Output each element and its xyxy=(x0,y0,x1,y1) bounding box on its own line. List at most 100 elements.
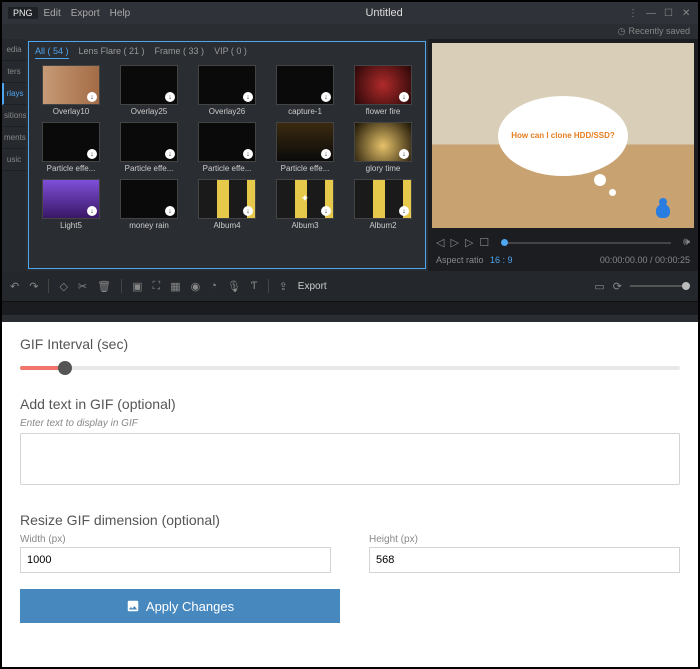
aspect-label: Aspect ratio xyxy=(436,255,484,265)
grid-icon[interactable]: ▦ xyxy=(170,280,180,293)
thumb-overlay26[interactable]: ↓ Overlay26 xyxy=(191,65,263,116)
side-nav: ediatersrlayssitionsmentsusic xyxy=(2,39,26,271)
crop-icon[interactable]: ▣ xyxy=(132,280,142,293)
export-label[interactable]: Export xyxy=(298,281,327,292)
volume-icon[interactable]: 🕪 xyxy=(683,236,690,249)
sidenav-item-ters[interactable]: ters xyxy=(2,61,26,83)
thumb-label: money rain xyxy=(129,221,169,230)
height-input[interactable] xyxy=(369,547,680,573)
download-icon[interactable]: ↓ xyxy=(87,149,97,159)
export-icon[interactable]: ⇪ xyxy=(279,280,288,293)
thumb-label: Overlay26 xyxy=(209,107,245,116)
thumb-image: ↓ xyxy=(198,122,256,162)
resize-title: Resize GIF dimension (optional) xyxy=(20,512,680,528)
sidenav-item-rlays[interactable]: rlays xyxy=(2,83,26,105)
download-icon[interactable]: ↓ xyxy=(321,149,331,159)
thumb-particle-effe-[interactable]: ↓Particle effe... xyxy=(269,122,341,173)
thumb-glory-time[interactable]: ↓glory time xyxy=(347,122,419,173)
text-effect-icon[interactable]: Ƭ xyxy=(251,280,258,292)
menu-edit[interactable]: Edit xyxy=(44,8,61,19)
thumb-album4[interactable]: ↓Album4 xyxy=(191,179,263,230)
apply-label: Apply Changes xyxy=(146,599,234,614)
fit-icon[interactable]: ▭ xyxy=(594,280,604,293)
editor-toolbar: ↶ ↷ ◇ ✂ 🗑 ▣ ⛶ ▦ ◉ ◔ 🎙 Ƭ ⇪ Export ▭ ⟳ xyxy=(2,271,698,301)
playback-slider[interactable] xyxy=(501,242,671,244)
prev-icon[interactable]: ◁ xyxy=(436,236,444,249)
download-icon[interactable]: ↓ xyxy=(165,92,175,102)
gif-text-input[interactable] xyxy=(20,433,680,485)
undo-icon[interactable]: ↶ xyxy=(10,280,19,293)
download-icon[interactable]: ↓ xyxy=(399,149,409,159)
slider-knob[interactable] xyxy=(58,361,72,375)
thumb-flower-fire[interactable]: ↓flower fire xyxy=(347,65,419,116)
library-tabs: All ( 54 ) Lens Flare ( 21 ) Frame ( 33 ) V… xyxy=(35,46,419,59)
interval-slider[interactable] xyxy=(20,358,680,378)
next-icon[interactable]: ▷ xyxy=(465,236,473,249)
thumb-overlay25[interactable]: ↓ Overlay25 xyxy=(113,65,185,116)
library-tab-lens-flare[interactable]: Lens Flare ( 21 ) xyxy=(79,46,145,59)
saved-label: Recently saved xyxy=(628,26,690,37)
thumb-label: Album4 xyxy=(213,221,240,230)
sidenav-item-sitions[interactable]: sitions xyxy=(2,105,26,127)
thumb-particle-effe-[interactable]: ↓Particle effe... xyxy=(191,122,263,173)
thumb-light5[interactable]: ↓ Light5 xyxy=(35,179,107,230)
redo-icon[interactable]: ↷ xyxy=(29,280,38,293)
thumb-label: Particle effe... xyxy=(47,164,96,173)
close-icon[interactable]: ✕ xyxy=(682,8,692,18)
play-icon[interactable]: ▷ xyxy=(450,236,458,249)
library-tab-vip[interactable]: VIP ( 0 ) xyxy=(214,46,247,59)
thumb-particle-effe-[interactable]: ↓Particle effe... xyxy=(113,122,185,173)
download-icon[interactable]: ↓ xyxy=(87,92,97,102)
library-tab-all[interactable]: All ( 54 ) xyxy=(35,46,69,59)
sidenav-item-edia[interactable]: edia xyxy=(2,39,26,61)
download-icon[interactable]: ↓ xyxy=(165,149,175,159)
zoom-slider[interactable] xyxy=(630,285,690,287)
download-icon[interactable]: ↓ xyxy=(399,206,409,216)
thumb-album3[interactable]: ↓Album3 xyxy=(269,179,341,230)
thumb-album2[interactable]: ↓Album2 xyxy=(347,179,419,230)
thumb-label: Overlay25 xyxy=(131,107,167,116)
expand-icon[interactable]: ⛶ xyxy=(153,280,161,293)
timeline[interactable] xyxy=(2,301,698,315)
preview-meta: Aspect ratio 16 : 9 00:00:00.00 / 00:00:… xyxy=(428,253,698,271)
maximize-icon[interactable]: ☐ xyxy=(664,8,674,18)
cut-icon[interactable]: ✂ xyxy=(78,280,87,293)
timecode: 00:00:00.00 / 00:00:25 xyxy=(600,255,690,265)
thumb-image: ↓ xyxy=(42,65,100,105)
preview-panel: How can I clone HDD/SSD? ◁ ▷ ▷ ☐ 🕪 Aspec… xyxy=(428,39,698,271)
library-tab-frame[interactable]: Frame ( 33 ) xyxy=(155,46,205,59)
download-icon[interactable]: ↓ xyxy=(87,206,97,216)
preview-canvas[interactable]: How can I clone HDD/SSD? xyxy=(432,43,694,228)
mic-icon[interactable]: 🎙 xyxy=(227,280,241,293)
download-icon[interactable]: ↓ xyxy=(399,92,409,102)
record-icon[interactable]: ◉ xyxy=(191,280,201,293)
download-icon[interactable]: ↓ xyxy=(243,92,253,102)
sidenav-item-ments[interactable]: ments xyxy=(2,127,26,149)
sidenav-item-usic[interactable]: usic xyxy=(2,149,26,171)
menu-export[interactable]: Export xyxy=(71,8,100,19)
aspect-value[interactable]: 16 : 9 xyxy=(490,255,513,265)
download-icon[interactable]: ↓ xyxy=(165,206,175,216)
zoom-icon[interactable]: ⟳ xyxy=(613,280,622,293)
timer-icon[interactable]: ◔ xyxy=(210,280,217,292)
more-icon[interactable]: ⋮ xyxy=(628,8,638,18)
apply-button[interactable]: Apply Changes xyxy=(20,589,340,623)
thumb-money-rain[interactable]: ↓ money rain xyxy=(113,179,185,230)
thumb-image: ↓ xyxy=(120,65,178,105)
stop-icon[interactable]: ☐ xyxy=(479,236,489,249)
download-icon[interactable]: ↓ xyxy=(321,206,331,216)
thumb-capture-1[interactable]: ↓ capture-1 xyxy=(269,65,341,116)
download-icon[interactable]: ↓ xyxy=(243,149,253,159)
thumb-label: Album3 xyxy=(291,221,318,230)
width-input[interactable] xyxy=(20,547,331,573)
delete-icon[interactable]: 🗑 xyxy=(97,280,111,293)
thumb-overlay10[interactable]: ↓Overlay10 xyxy=(35,65,107,116)
menu-help[interactable]: Help xyxy=(110,8,131,19)
thumb-particle-effe-[interactable]: ↓ Particle effe... xyxy=(35,122,107,173)
tag-icon[interactable]: ◇ xyxy=(59,280,67,293)
thumb-label: capture-1 xyxy=(288,107,322,116)
thumb-label: Light5 xyxy=(60,221,82,230)
download-icon[interactable]: ↓ xyxy=(243,206,253,216)
minimize-icon[interactable]: — xyxy=(646,8,656,18)
download-icon[interactable]: ↓ xyxy=(321,92,331,102)
